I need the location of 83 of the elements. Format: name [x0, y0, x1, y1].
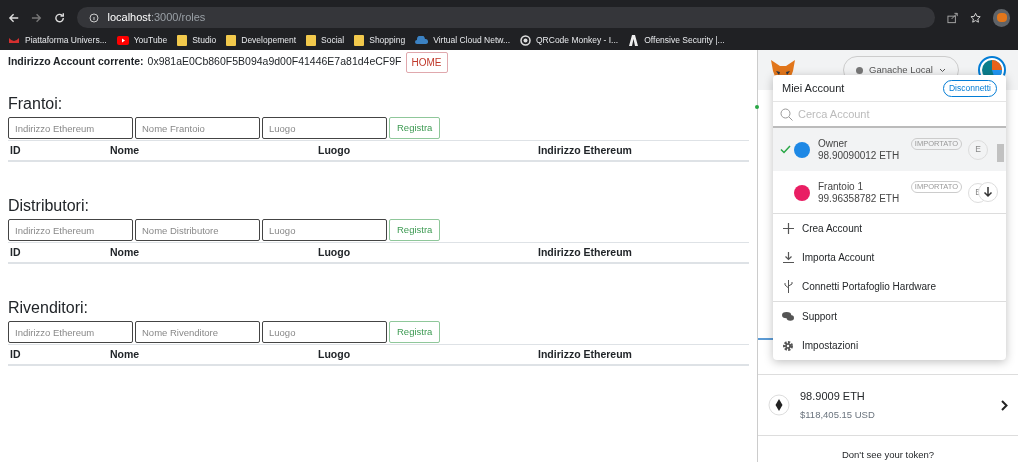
bookmark-link[interactable]: QRCode Monkey - I... [536, 33, 619, 47]
folder-icon [226, 34, 237, 46]
menu-item[interactable]: Connetti Portafoglio Hardware [773, 272, 1006, 301]
input-field[interactable]: Nome Frantoio [135, 117, 260, 139]
plus-icon [782, 223, 794, 234]
asset-row[interactable]: 98.9009 ETH $118,405.15 USD [758, 374, 1018, 436]
token-link[interactable]: Don't see your token? [841, 448, 935, 462]
asset-amount: 98.9009 ETH [800, 389, 866, 405]
bookmark-logo-icon [8, 35, 20, 45]
folder-icon [177, 34, 188, 46]
column-header: Indirizzo Ethereum [538, 142, 632, 158]
address-bar[interactable]: localhost:3000/roles [77, 7, 935, 28]
bookmark-link[interactable]: Developement [241, 33, 297, 47]
bookmark-link[interactable]: Studio [192, 33, 217, 47]
register-button[interactable]: Registra [389, 117, 441, 139]
account-name: Owner [818, 137, 848, 150]
account-balance: 99.96358782 ETH [818, 192, 901, 205]
input-field[interactable]: Indirizzo Ethereum [8, 219, 133, 241]
bookmark-link[interactable]: Offensive Security |... [644, 33, 725, 47]
column-header: Nome [110, 346, 141, 362]
search-field[interactable]: Cerca Account [798, 105, 978, 123]
column-header: Luogo [318, 142, 352, 158]
search-icon [780, 107, 793, 121]
input-field[interactable]: Nome Distributore [135, 219, 260, 241]
tower-logo-icon [628, 34, 640, 46]
section-heading: Distributori: [8, 196, 90, 216]
register-button[interactable]: Registra [389, 321, 441, 343]
circle-logo-icon [520, 34, 531, 46]
url-text: localhost:3000/roles [107, 10, 206, 26]
check-icon [780, 145, 791, 154]
play-logo-icon [116, 35, 129, 45]
input-field[interactable]: Luogo [262, 117, 387, 139]
column-header: Indirizzo Ethereum [538, 346, 632, 362]
input-field[interactable]: Indirizzo Ethereum [8, 321, 133, 343]
folder-icon [306, 34, 317, 46]
input-field[interactable]: Luogo [262, 219, 387, 241]
menu-title: Miei Account [782, 80, 845, 96]
extension-fox-icon[interactable] [993, 8, 1010, 27]
column-header: ID [9, 244, 22, 260]
forward-icon[interactable] [31, 11, 43, 24]
account-address: 0x981aE0Cb860F5B094a9d00F41446E7a81d4eCF9F [147, 54, 402, 70]
section-heading: Frantoi: [8, 94, 64, 114]
column-header: Luogo [318, 346, 352, 362]
account-name: Frantoio 1 [818, 180, 864, 193]
input-field[interactable]: Indirizzo Ethereum [8, 117, 133, 139]
home-button[interactable]: HOME [405, 51, 448, 73]
input-field[interactable]: Luogo [262, 321, 387, 343]
column-header: Indirizzo Ethereum [538, 244, 632, 260]
column-header: Nome [110, 244, 141, 260]
usb-icon [783, 280, 793, 293]
cloud-icon [415, 36, 429, 44]
account-label: Indirizzo Account corrente: [8, 54, 144, 70]
info-icon [89, 12, 100, 23]
bookmark-link[interactable]: Shopping [369, 33, 406, 47]
reload-icon[interactable] [54, 11, 66, 24]
settings-icon [782, 339, 794, 352]
download-icon [782, 252, 794, 263]
register-button[interactable]: Registra [389, 219, 441, 241]
input-field[interactable]: Nome Rivenditore [135, 321, 260, 343]
caret-icon [938, 67, 946, 73]
section-heading: Rivenditori: [8, 298, 90, 318]
column-header: ID [9, 346, 22, 362]
bookmark-link[interactable]: YouTube [133, 33, 168, 47]
bookmark-link[interactable]: Piattaforma Univers... [25, 33, 107, 47]
column-header: Nome [110, 142, 141, 158]
menu-item[interactable]: Importa Account [773, 243, 1006, 272]
bookmark-link[interactable]: Social [321, 33, 345, 47]
network-status-icon [856, 66, 864, 74]
share-icon[interactable] [946, 11, 959, 24]
chat-icon [782, 311, 794, 322]
menu-item[interactable]: Crea Account [773, 214, 1006, 243]
asset-fiat-value: $118,405.15 USD [800, 407, 876, 422]
chevron-right-icon [1001, 399, 1008, 411]
bookmark-link[interactable]: Virtual Cloud Netw... [433, 33, 510, 47]
column-header: Luogo [318, 244, 352, 260]
ethereum-icon [768, 394, 790, 416]
menu-item[interactable]: Support [773, 302, 1006, 331]
back-icon[interactable] [8, 11, 20, 24]
folder-icon [354, 34, 365, 46]
account-balance: 98.90090012 ETH [818, 149, 901, 162]
menu-item[interactable]: Impostazioni [773, 331, 1006, 360]
star-icon[interactable] [970, 11, 982, 24]
column-header: ID [9, 142, 22, 158]
